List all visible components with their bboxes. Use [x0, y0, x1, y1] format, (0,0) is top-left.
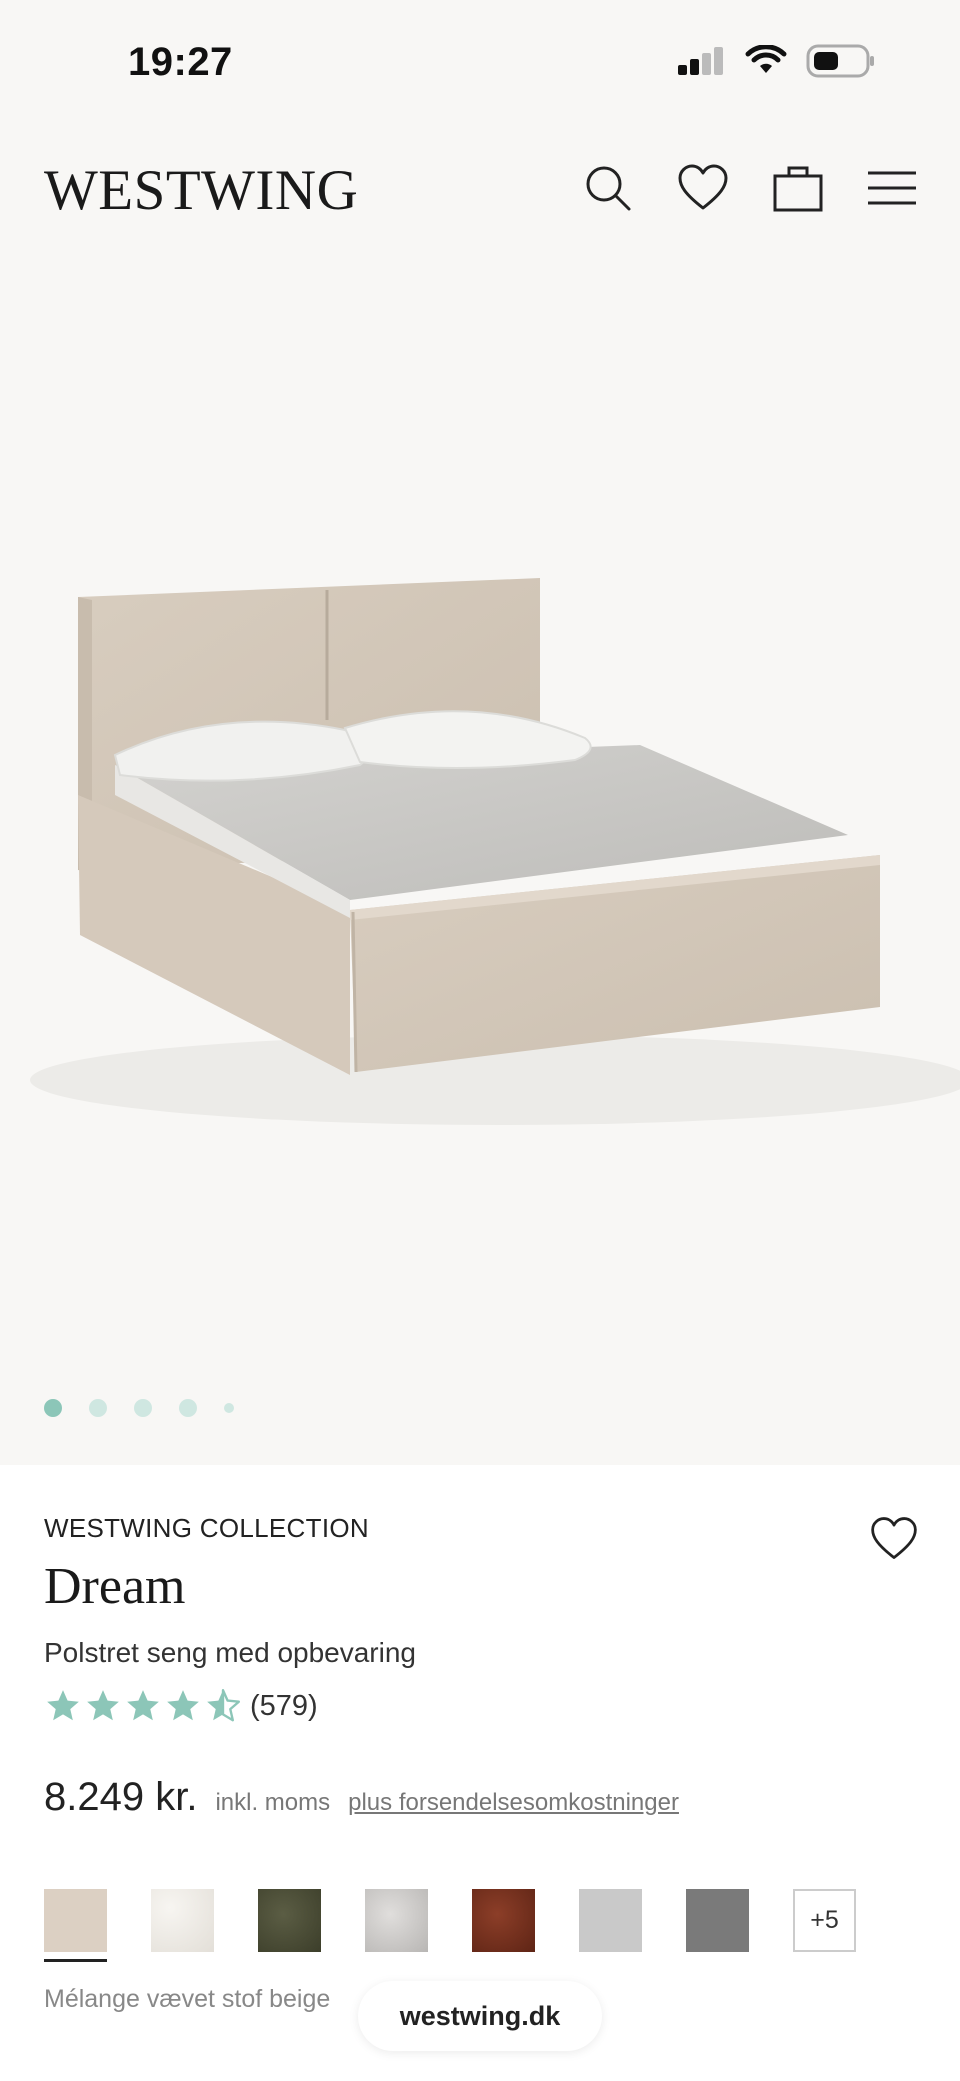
status-bar: 19:27 — [0, 0, 960, 130]
product-image-gallery[interactable] — [0, 250, 960, 1465]
product-rating[interactable]: (579) — [44, 1687, 318, 1725]
gallery-dot[interactable] — [44, 1399, 62, 1417]
swatch-olive[interactable] — [258, 1889, 321, 1952]
star-full-icon — [87, 1690, 119, 1721]
gallery-dot[interactable] — [179, 1399, 197, 1417]
product-image-bed — [30, 578, 960, 1125]
wishlist-heart-icon[interactable] — [675, 160, 731, 216]
swatch-dark-grey[interactable] — [686, 1889, 749, 1952]
wifi-icon — [745, 45, 787, 73]
rating-count: (579) — [250, 1689, 318, 1722]
swatch-rust[interactable] — [472, 1889, 535, 1952]
star-full-icon — [167, 1690, 199, 1721]
gallery-dot[interactable] — [134, 1399, 152, 1417]
swatch-beige[interactable] — [44, 1889, 107, 1962]
color-swatches: +5 — [44, 1889, 856, 1962]
product-brand[interactable]: WESTWING COLLECTION — [44, 1513, 369, 1544]
swatch-cream-boucle[interactable] — [151, 1889, 214, 1952]
status-time: 19:27 — [128, 40, 233, 84]
more-swatches-button[interactable]: +5 — [793, 1889, 856, 1952]
status-icons — [676, 44, 876, 78]
site-header: WESTWING — [0, 130, 960, 250]
favorite-heart-icon[interactable] — [868, 1513, 920, 1565]
battery-icon — [806, 44, 874, 78]
swatch-light-grey-boucle[interactable] — [365, 1889, 428, 1952]
shipping-costs-link[interactable]: plus forsendelsesomkostninger — [348, 1789, 679, 1817]
selected-swatch-label: Mélange vævet stof beige — [44, 1985, 331, 2013]
price-row: 8.249 kr. inkl. moms plus forsendelsesom… — [44, 1775, 679, 1820]
signal-icon — [678, 47, 723, 75]
menu-icon[interactable] — [864, 160, 920, 216]
product-subtitle: Polstret seng med opbevaring — [44, 1637, 416, 1668]
gallery-dot[interactable] — [224, 1403, 234, 1413]
gallery-dot[interactable] — [89, 1399, 107, 1417]
vat-note: inkl. moms — [215, 1789, 331, 1816]
gallery-pagination — [44, 1399, 234, 1417]
westwing-logo[interactable]: WESTWING — [44, 158, 358, 223]
swatch-light-grey[interactable] — [579, 1889, 642, 1952]
star-half-icon — [207, 1688, 241, 1722]
search-icon[interactable] — [580, 160, 636, 216]
star-full-icon — [47, 1690, 79, 1721]
browser-url-bar[interactable]: westwing.dk — [358, 1981, 602, 2051]
product-price: 8.249 kr. — [44, 1775, 198, 1819]
shopping-bag-icon[interactable] — [770, 160, 826, 216]
star-full-icon — [127, 1690, 159, 1721]
product-title: Dream — [44, 1558, 186, 1615]
